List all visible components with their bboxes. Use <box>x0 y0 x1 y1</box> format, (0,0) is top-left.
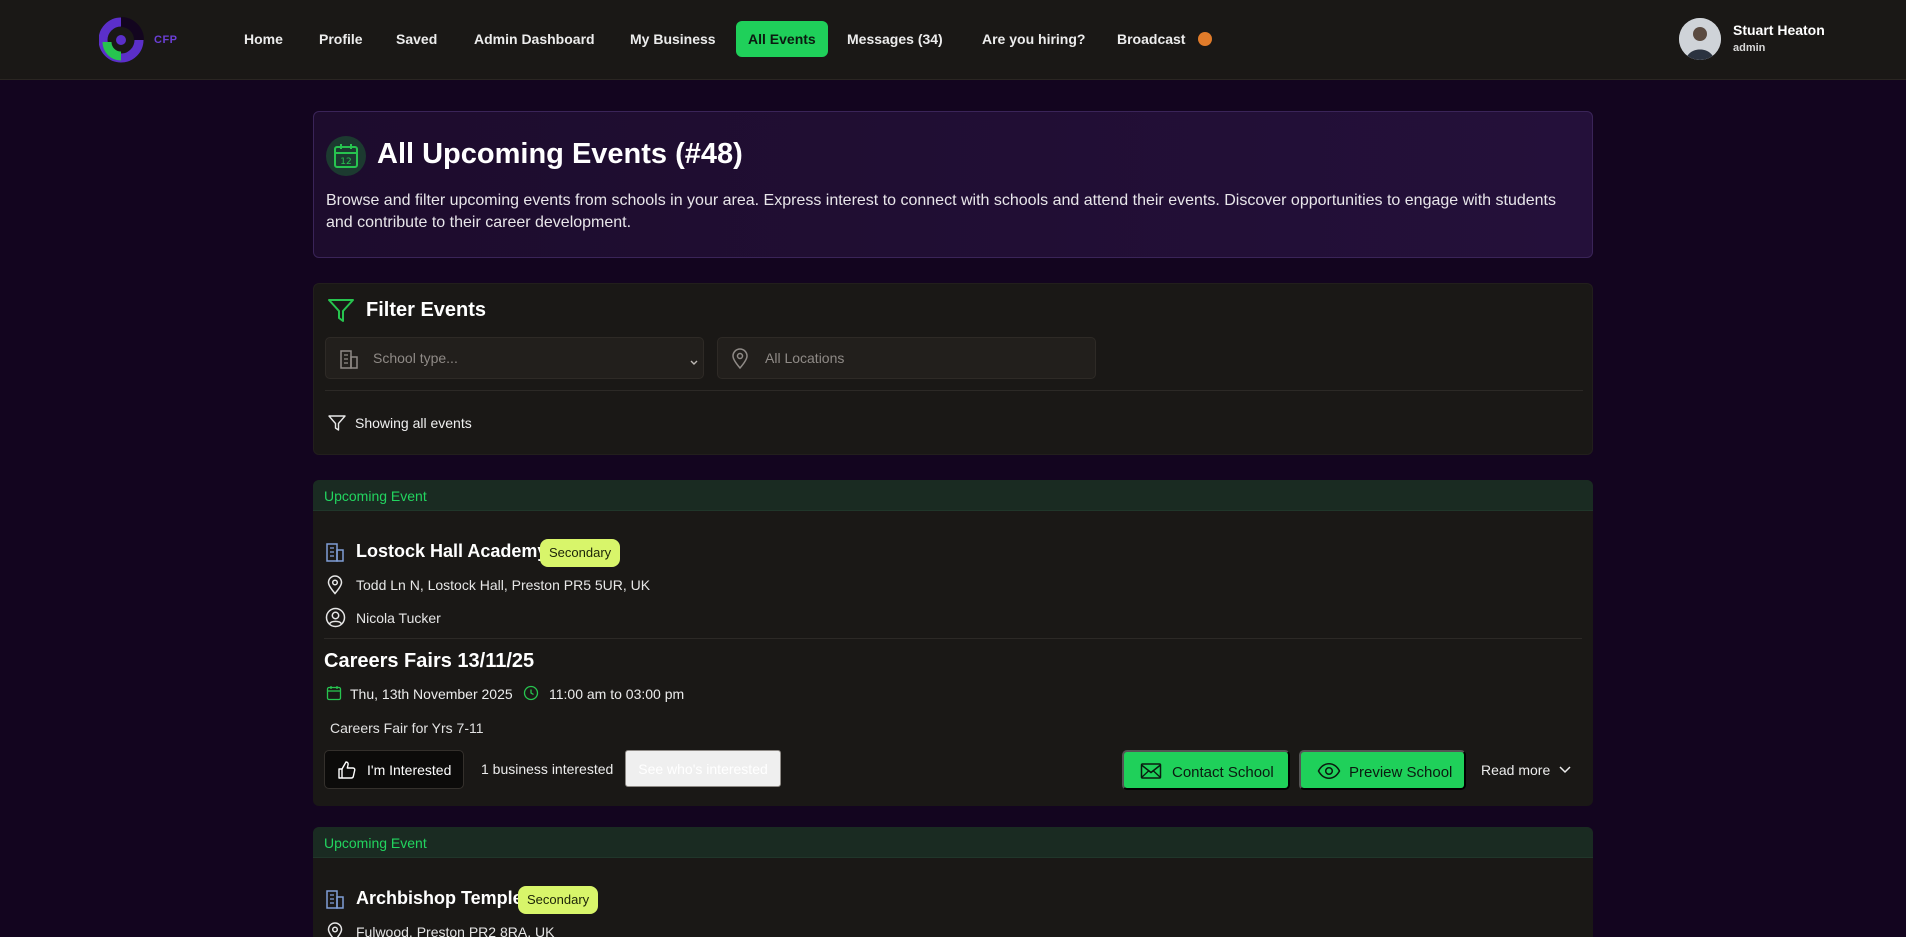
top-navigation: CFP Home Profile Saved Admin Dashboard M… <box>0 0 1906 80</box>
school-type-select[interactable]: School type... <box>325 337 704 379</box>
nav-home[interactable]: Home <box>232 21 295 57</box>
event-card: Upcoming Event Archbishop Temple Seconda… <box>313 827 1593 937</box>
calendar-day-number: 12 <box>340 157 351 167</box>
preview-school-button[interactable]: Preview School <box>1299 750 1466 790</box>
contact-school-button[interactable]: Contact School <box>1122 750 1290 790</box>
school-building-icon <box>324 541 346 568</box>
school-contact-name: Nicola Tucker <box>356 610 441 626</box>
nav-profile[interactable]: Profile <box>307 21 375 57</box>
event-divider <box>324 638 1582 639</box>
map-pin-icon <box>326 575 344 600</box>
event-status-label: Upcoming Event <box>324 835 427 851</box>
event-description: Careers Fair for Yrs 7-11 <box>330 720 484 736</box>
chevron-down-icon[interactable] <box>1557 763 1573 782</box>
map-pin-icon <box>326 922 344 937</box>
clock-icon <box>523 685 539 706</box>
nav-are-you-hiring[interactable]: Are you hiring? <box>970 21 1097 57</box>
event-card: Upcoming Event Lostock Hall Academy Seco… <box>313 480 1593 806</box>
event-date: Thu, 13th November 2025 <box>350 686 513 702</box>
school-name[interactable]: Archbishop Temple <box>356 888 523 909</box>
school-building-icon <box>324 888 346 915</box>
page-title: All Upcoming Events (#48) <box>377 138 743 170</box>
page-description: Browse and filter upcoming events from s… <box>326 192 1556 231</box>
filter-divider <box>325 390 1583 391</box>
calendar-icon <box>326 685 342 706</box>
cfp-logo[interactable]: CFP <box>99 16 185 64</box>
filter-status-icon <box>327 413 347 438</box>
preview-school-label: Preview School <box>1349 764 1453 781</box>
filter-panel: Filter Events School type... All Locatio… <box>313 283 1593 455</box>
nav-messages[interactable]: Messages (34) <box>835 21 955 57</box>
event-status-label: Upcoming Event <box>324 488 427 504</box>
nav-all-events[interactable]: All Events <box>736 21 828 57</box>
user-role: admin <box>1733 42 1766 54</box>
building-icon <box>338 348 360 375</box>
event-time: 11:00 am to 03:00 pm <box>549 686 685 702</box>
location-input[interactable]: All Locations <box>717 337 1096 379</box>
event-status-band: Upcoming Event <box>313 827 1593 858</box>
see-whos-interested-button[interactable]: See who's interested <box>625 750 781 787</box>
nav-broadcast[interactable]: Broadcast <box>1105 21 1197 57</box>
interest-count: 1 business interested <box>481 761 614 777</box>
map-pin-icon <box>730 348 750 375</box>
user-circle-icon <box>325 607 346 633</box>
calendar-icon: 12 <box>326 136 366 176</box>
chevron-down-icon <box>689 354 699 372</box>
see-whos-interested-label: See who's interested <box>638 761 768 777</box>
logo-mark-icon <box>99 17 144 63</box>
user-photo-icon <box>1679 18 1721 60</box>
event-status-band: Upcoming Event <box>313 480 1593 511</box>
contact-school-label: Contact School <box>1172 764 1274 781</box>
broadcast-status-dot <box>1198 32 1212 46</box>
school-type-placeholder: School type... <box>373 350 458 366</box>
filter-status-text: Showing all events <box>355 415 472 431</box>
envelope-icon <box>1140 762 1162 783</box>
event-title: Careers Fairs 13/11/25 <box>324 650 535 672</box>
nav-saved[interactable]: Saved <box>384 21 449 57</box>
user-name: Stuart Heaton <box>1733 22 1825 38</box>
nav-admin-dashboard[interactable]: Admin Dashboard <box>462 21 607 57</box>
school-type-badge: Secondary <box>540 539 621 567</box>
events-hero-card: 12 All Upcoming Events (#48) Browse and … <box>313 111 1593 258</box>
eye-icon <box>1317 762 1341 783</box>
school-address: Fulwood, Preston PR2 8RA, UK <box>356 924 555 937</box>
logo-text: CFP <box>154 34 178 46</box>
im-interested-label: I'm Interested <box>367 762 452 778</box>
nav-my-business[interactable]: My Business <box>618 21 728 57</box>
avatar[interactable] <box>1679 18 1721 60</box>
filter-title: Filter Events <box>366 299 487 321</box>
im-interested-button[interactable]: I'm Interested <box>324 750 464 789</box>
school-name[interactable]: Lostock Hall Academy <box>356 541 547 562</box>
school-address: Todd Ln N, Lostock Hall, Preston PR5 5UR… <box>356 577 651 593</box>
location-placeholder: All Locations <box>765 350 845 366</box>
school-type-badge: Secondary <box>518 886 599 914</box>
thumbs-up-icon <box>337 760 357 783</box>
filter-icon <box>327 298 355 329</box>
read-more-toggle[interactable]: Read more <box>1481 762 1550 778</box>
